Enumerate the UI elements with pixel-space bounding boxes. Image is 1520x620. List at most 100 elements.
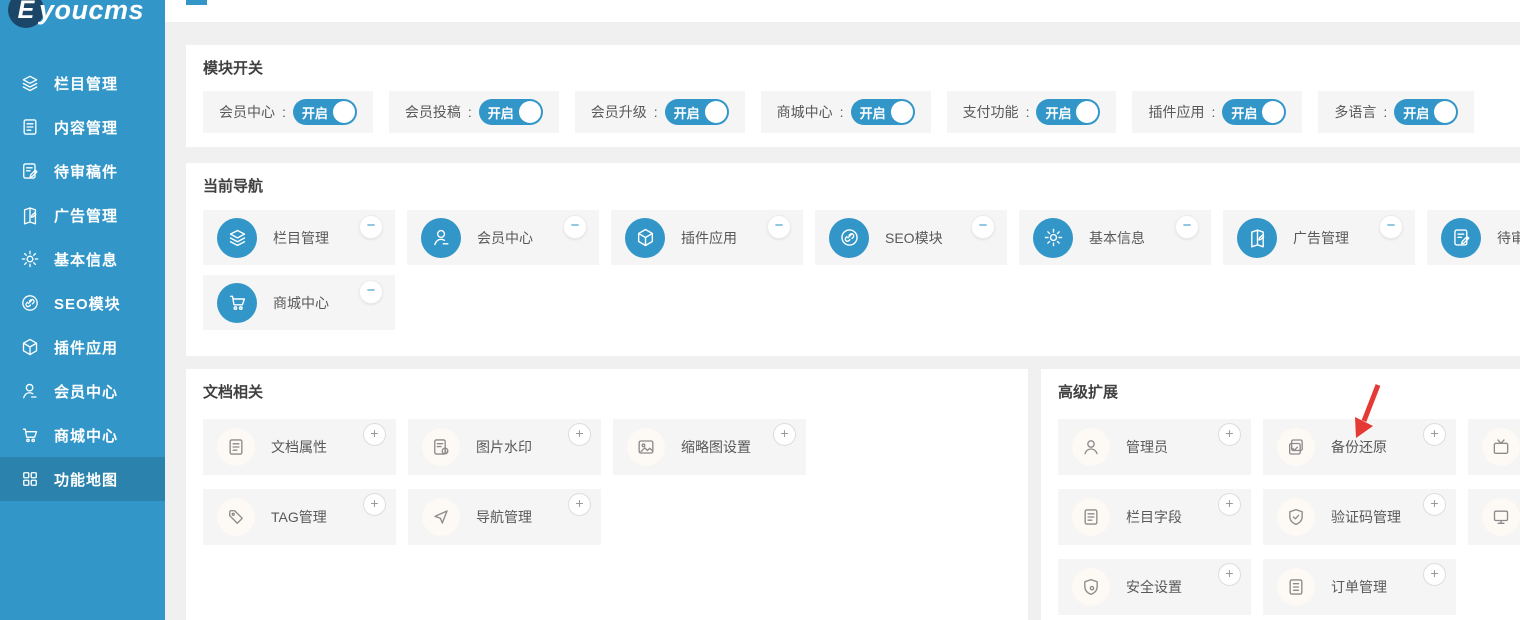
- sidebar-item-column[interactable]: 栏目管理: [0, 61, 165, 105]
- remove-nav-item-button[interactable]: −: [1175, 215, 1199, 239]
- module-switch-item: 多语言:开启: [1318, 91, 1474, 133]
- sidebar-item-content[interactable]: 内容管理: [0, 105, 165, 149]
- toggle-switch[interactable]: 开启: [665, 99, 729, 125]
- user-icon: [20, 381, 40, 401]
- shield-check-icon: [1277, 498, 1315, 536]
- sidebar-item-map[interactable]: 功能地图: [0, 457, 165, 501]
- add-to-nav-button[interactable]: +: [1423, 563, 1446, 586]
- advanced-item-monitor[interactable]: +: [1468, 489, 1520, 545]
- advanced-item-admin[interactable]: 管理员 +: [1058, 419, 1251, 475]
- toggle-knob: [519, 101, 541, 123]
- switch-label: 商城中心: [777, 102, 833, 122]
- toggle-switch[interactable]: 开启: [1222, 99, 1286, 125]
- sidebar-item-seo[interactable]: SEO模块: [0, 281, 165, 325]
- add-to-nav-button[interactable]: +: [1218, 423, 1241, 446]
- sidebar-item-label: 广告管理: [54, 205, 118, 226]
- nav-item-member[interactable]: 会员中心−: [407, 210, 599, 265]
- toggle-state-label: 开启: [1045, 103, 1071, 122]
- nav-item-mall[interactable]: 商城中心−: [203, 275, 395, 330]
- add-to-nav-button[interactable]: +: [568, 493, 591, 516]
- switch-label: 会员升级: [591, 102, 647, 122]
- add-to-nav-button[interactable]: +: [363, 423, 386, 446]
- remove-nav-item-button[interactable]: −: [1379, 215, 1403, 239]
- sidebar-item-basic[interactable]: 基本信息: [0, 237, 165, 281]
- current-nav-grid: 栏目管理−会员中心−插件应用−SEO模块−基本信息−广告管理−待审稿件−商城中心…: [203, 210, 1520, 330]
- nav-item-label: 基本信息: [1089, 228, 1145, 248]
- nav-item-ad[interactable]: 广告管理−: [1223, 210, 1415, 265]
- doc-item-doc-attr[interactable]: 文档属性 +: [203, 419, 396, 475]
- doc-item-label: 文档属性: [271, 437, 327, 457]
- add-to-nav-button[interactable]: +: [1218, 563, 1241, 586]
- switch-colon: :: [840, 104, 844, 120]
- nav-item-column[interactable]: 栏目管理−: [203, 210, 395, 265]
- toggle-state-label: 开启: [488, 103, 514, 122]
- toggle-state-label: 开启: [1403, 103, 1429, 122]
- add-to-nav-button[interactable]: +: [1218, 493, 1241, 516]
- add-to-nav-button[interactable]: +: [1423, 493, 1446, 516]
- advanced-item-backup[interactable]: 备份还原+: [1263, 419, 1456, 475]
- advanced-item-tv[interactable]: +: [1468, 419, 1520, 475]
- nav-item-basic[interactable]: 基本信息 −: [1019, 210, 1211, 265]
- sidebar-item-pending[interactable]: 待审稿件: [0, 149, 165, 193]
- user-icon: [421, 218, 461, 258]
- remove-nav-item-button[interactable]: −: [359, 215, 383, 239]
- nav-arrow-icon: [422, 498, 460, 536]
- toggle-switch[interactable]: 开启: [479, 99, 543, 125]
- toggle-knob: [891, 101, 913, 123]
- toggle-switch[interactable]: 开启: [1394, 99, 1458, 125]
- advanced-item-order[interactable]: 订单管理+: [1263, 559, 1456, 615]
- toggle-switch[interactable]: 开启: [293, 99, 357, 125]
- remove-nav-item-button[interactable]: −: [359, 280, 383, 304]
- doc-item-watermark[interactable]: 图片水印+: [408, 419, 601, 475]
- toggle-knob: [1076, 101, 1098, 123]
- module-switch-item: 会员投稿:开启: [389, 91, 559, 133]
- advanced-item-label: 管理员: [1126, 437, 1168, 457]
- nav-item-plugin[interactable]: 插件应用−: [611, 210, 803, 265]
- nav-item-seo[interactable]: SEO模块−: [815, 210, 1007, 265]
- switch-colon: :: [654, 104, 658, 120]
- tag-icon: [217, 498, 255, 536]
- active-tab-indicator[interactable]: [186, 0, 207, 5]
- module-switch-title: 模块开关: [186, 45, 1520, 79]
- doc-item-nav[interactable]: 导航管理+: [408, 489, 601, 545]
- add-to-nav-button[interactable]: +: [568, 423, 591, 446]
- module-switch-item: 会员中心:开启: [203, 91, 373, 133]
- sidebar-item-mall[interactable]: 商城中心: [0, 413, 165, 457]
- sidebar-item-plugin[interactable]: 插件应用: [0, 325, 165, 369]
- remove-nav-item-button[interactable]: −: [767, 215, 791, 239]
- add-to-nav-button[interactable]: +: [1423, 423, 1446, 446]
- gear-icon: [1033, 218, 1073, 258]
- advanced-item-field[interactable]: 栏目字段+: [1058, 489, 1251, 545]
- switch-colon: :: [1026, 104, 1030, 120]
- add-to-nav-button[interactable]: +: [773, 423, 796, 446]
- sidebar-item-label: 待审稿件: [54, 161, 118, 182]
- module-switch-row: 会员中心:开启会员投稿:开启会员升级:开启商城中心:开启支付功能:开启插件应用:…: [203, 91, 1520, 133]
- cube-icon: [20, 337, 40, 357]
- app-logo[interactable]: E youcms: [8, 0, 165, 27]
- advanced-item-captcha[interactable]: 验证码管理+: [1263, 489, 1456, 545]
- sidebar-item-member[interactable]: 会员中心: [0, 369, 165, 413]
- remove-nav-item-button[interactable]: −: [971, 215, 995, 239]
- nav-item-label: 待审稿件: [1497, 228, 1520, 248]
- sidebar-item-label: 插件应用: [54, 337, 118, 358]
- doc-edit-icon: [20, 161, 40, 181]
- nav-item-pending[interactable]: 待审稿件−: [1427, 210, 1520, 265]
- advanced-item-security[interactable]: 安全设置 +: [1058, 559, 1251, 615]
- sidebar-item-ad[interactable]: 广告管理: [0, 193, 165, 237]
- doc-related-grid: 文档属性+图片水印+缩略图设置+TAG管理+导航管理+: [203, 419, 815, 545]
- current-nav-title: 当前导航: [186, 163, 1520, 197]
- add-to-nav-button[interactable]: +: [363, 493, 386, 516]
- layers-icon: [20, 73, 40, 93]
- doc-item-thumb[interactable]: 缩略图设置+: [613, 419, 806, 475]
- remove-nav-item-button[interactable]: −: [563, 215, 587, 239]
- sidebar-item-label: 栏目管理: [54, 73, 118, 94]
- toggle-switch[interactable]: 开启: [1036, 99, 1100, 125]
- doc-edit-icon: [1441, 218, 1481, 258]
- advanced-item-label: 安全设置: [1126, 577, 1182, 597]
- advanced-card: 高级扩展 管理员+备份还原++栏目字段+验证码管理++安全设置+订单管理+: [1041, 369, 1520, 620]
- toggle-switch[interactable]: 开启: [851, 99, 915, 125]
- switch-label: 会员投稿: [405, 102, 461, 122]
- image-icon: [627, 428, 665, 466]
- doc-item-tag[interactable]: TAG管理+: [203, 489, 396, 545]
- link-icon: [20, 293, 40, 313]
